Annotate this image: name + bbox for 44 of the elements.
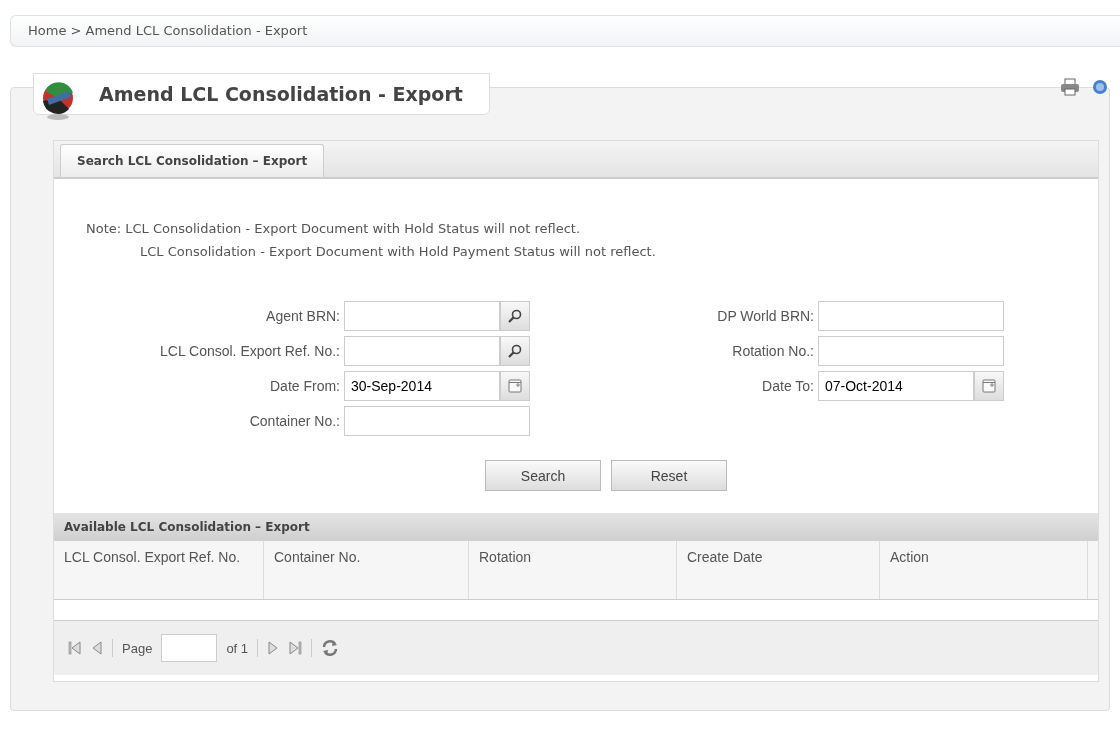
field-label: Agent BRN: [265, 308, 340, 324]
field-label: LCL Consol. Export Ref. No.: [159, 343, 340, 359]
page-count: of 1 [226, 640, 249, 656]
field-label: Rotation No.: [731, 343, 814, 359]
calendar-icon [982, 379, 996, 393]
input-field[interactable] [344, 301, 500, 331]
input-field[interactable]: 07-Oct-2014 [818, 371, 974, 401]
column-header: LCL Consol. Export Ref. No. [54, 541, 264, 599]
field-label: DP World BRN: [716, 308, 814, 324]
refresh-icon[interactable] [321, 639, 340, 657]
column-header: Container No. [264, 541, 469, 599]
page-number-field[interactable] [161, 634, 218, 662]
field-label: Container No.: [248, 413, 340, 429]
search-icon [507, 343, 523, 359]
field-label: Date To: [761, 378, 814, 394]
column-header: Create Date [677, 541, 880, 599]
calendar-button[interactable] [974, 371, 1004, 401]
search-button[interactable] [500, 301, 530, 331]
input-field[interactable] [818, 336, 1004, 366]
calendar-button[interactable] [500, 371, 530, 401]
page-label: Page [122, 640, 153, 656]
reset-button[interactable]: Reset [611, 460, 727, 491]
input-field[interactable] [818, 301, 1004, 331]
note-text: Note: LCL Consolidation - Export Document with Hold Status will not reflect. [86, 220, 582, 238]
note-text: LCL Consolidation - Export Document with Hold Payment Status will not reflect. [139, 243, 657, 261]
calendar-icon [508, 379, 522, 393]
first-page-icon[interactable] [68, 640, 82, 656]
next-page-icon[interactable] [267, 640, 280, 656]
search-button[interactable] [500, 336, 530, 366]
breadcrumb-bar: Home > Amend LCL Consolidation - Export [10, 15, 1120, 47]
input-field[interactable] [344, 336, 500, 366]
previous-page-icon[interactable] [91, 640, 103, 656]
search-tab[interactable]: Search LCL Consolidation – Export [60, 144, 325, 177]
last-page-icon[interactable] [288, 640, 303, 656]
input-field[interactable] [344, 406, 530, 436]
column-header: Rotation [469, 541, 677, 599]
page-title: Amend LCL Consolidation - Export [99, 83, 463, 105]
field-label: Date From: [269, 378, 340, 394]
search-button[interactable]: Search [485, 460, 601, 491]
input-field[interactable]: 30-Sep-2014 [344, 371, 500, 401]
column-header: Action [880, 541, 1088, 599]
results-header: Available LCL Consolidation – Export [54, 513, 1098, 541]
search-icon [507, 308, 523, 324]
print-icon[interactable] [1060, 78, 1080, 96]
